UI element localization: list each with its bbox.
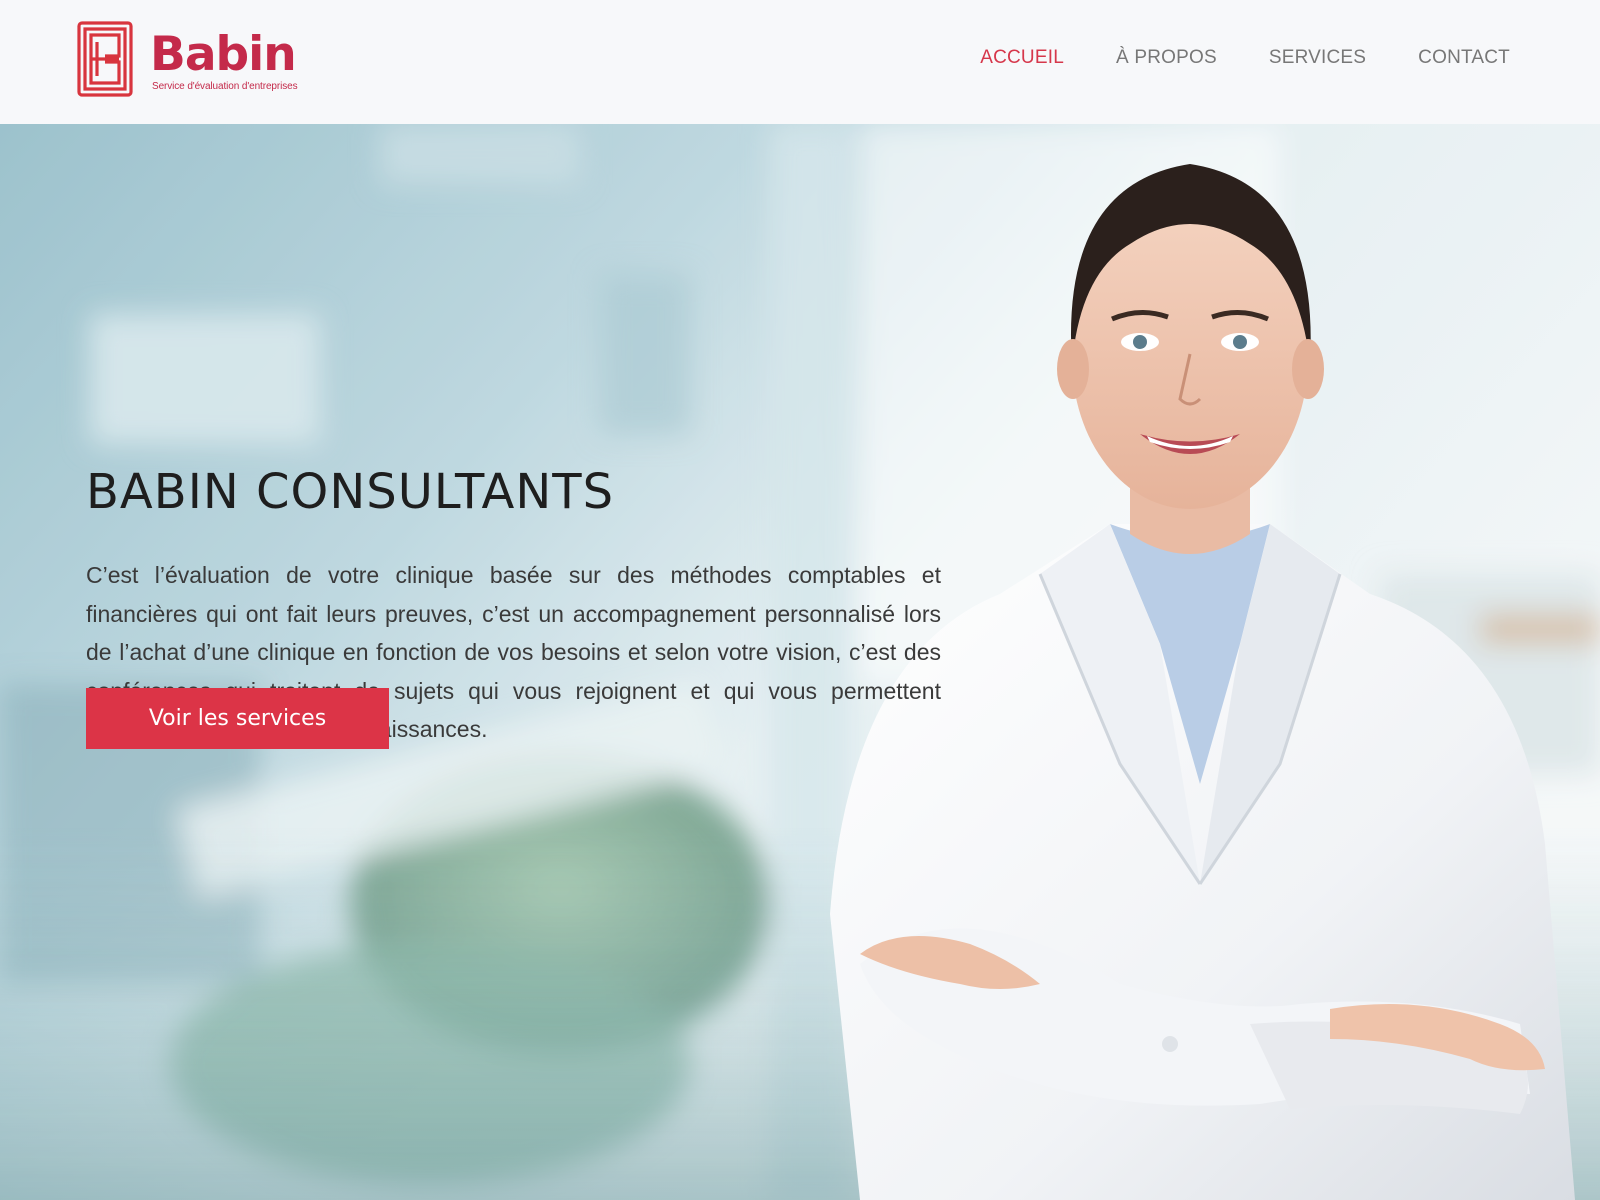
brand-tagline: Service d'évaluation d'entreprises — [152, 81, 298, 92]
brand-name: Babin — [150, 27, 297, 82]
main-nav: ACCUEIL À PROPOS SERVICES CONTACT — [928, 47, 1510, 69]
nav-item-accueil[interactable]: ACCUEIL — [980, 47, 1064, 69]
hero-section: BABIN CONSULTANTS C’est l’évaluation de … — [0, 124, 1600, 1200]
nav-item-a-propos[interactable]: À PROPOS — [1116, 47, 1217, 69]
nav-item-services[interactable]: SERVICES — [1269, 47, 1366, 69]
voir-les-services-button[interactable]: Voir les services — [86, 688, 389, 749]
hero-title: BABIN CONSULTANTS — [86, 464, 615, 520]
babin-logo-icon — [77, 21, 133, 97]
brand-logo[interactable]: Babin Service d'évaluation d'entreprises — [76, 20, 298, 98]
site-header: Babin Service d'évaluation d'entreprises… — [0, 0, 1600, 124]
nav-item-contact[interactable]: CONTACT — [1418, 47, 1510, 69]
